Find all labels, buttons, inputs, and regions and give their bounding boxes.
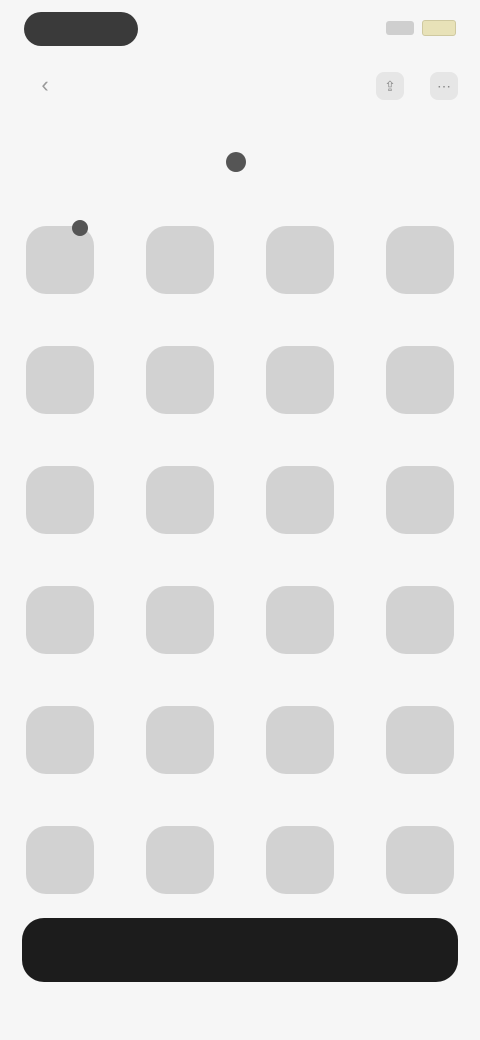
grid-item[interactable] [360, 572, 480, 692]
item-thumbnail-icon [26, 220, 94, 294]
item-thumbnail-icon [146, 706, 214, 774]
add-icon [226, 152, 246, 172]
header-actions: ⇪ ⋯ [376, 72, 458, 100]
grid-item[interactable] [120, 692, 240, 812]
grid-item[interactable] [0, 692, 120, 812]
app-grid [0, 212, 480, 932]
item-thumbnail-icon [146, 226, 214, 294]
item-thumbnail-icon [26, 826, 94, 894]
signal-icon [386, 21, 414, 35]
grid-item[interactable] [360, 452, 480, 572]
top-bar: ‹ ⇪ ⋯ [0, 62, 480, 112]
item-thumbnail-icon [266, 346, 334, 414]
grid-item[interactable] [360, 812, 480, 932]
item-thumbnail-icon [266, 226, 334, 294]
item-thumbnail-icon [386, 466, 454, 534]
time-pill [24, 12, 138, 46]
item-thumbnail-icon [386, 586, 454, 654]
grid-item[interactable] [240, 812, 360, 932]
item-thumbnail-icon [146, 826, 214, 894]
grid-item[interactable] [120, 812, 240, 932]
grid-item[interactable] [360, 212, 480, 332]
item-thumbnail-icon [266, 706, 334, 774]
item-thumbnail-icon [146, 466, 214, 534]
item-thumbnail-icon [146, 586, 214, 654]
item-thumbnail-icon [386, 706, 454, 774]
item-thumbnail-icon [26, 346, 94, 414]
item-thumbnail-icon [26, 706, 94, 774]
status-bar [0, 0, 480, 60]
item-thumbnail-icon [26, 466, 94, 534]
grid-item[interactable] [240, 212, 360, 332]
grid-item[interactable] [240, 572, 360, 692]
item-thumbnail-icon [386, 226, 454, 294]
grid-item[interactable] [120, 212, 240, 332]
grid-item[interactable] [120, 572, 240, 692]
grid-item[interactable] [240, 332, 360, 452]
item-thumbnail-icon [26, 586, 94, 654]
grid-item[interactable] [0, 572, 120, 692]
grid-item[interactable] [240, 452, 360, 572]
item-thumbnail-icon [266, 586, 334, 654]
status-icons [386, 20, 456, 36]
item-thumbnail-icon [386, 346, 454, 414]
grid-item[interactable] [0, 812, 120, 932]
more-icon[interactable]: ⋯ [430, 72, 458, 100]
item-thumbnail-icon [386, 826, 454, 894]
primary-button[interactable] [22, 918, 458, 982]
battery-icon [422, 20, 456, 36]
grid-item[interactable] [0, 332, 120, 452]
grid-item[interactable] [360, 692, 480, 812]
grid-item[interactable] [120, 332, 240, 452]
item-thumbnail-icon [146, 346, 214, 414]
grid-item[interactable] [120, 452, 240, 572]
grid-item[interactable] [240, 692, 360, 812]
grid-item[interactable] [0, 452, 120, 572]
item-thumbnail-icon [266, 466, 334, 534]
grid-item[interactable] [0, 212, 120, 332]
grid-item[interactable] [360, 332, 480, 452]
back-arrow-icon[interactable]: ‹ [32, 72, 58, 98]
item-thumbnail-icon [266, 826, 334, 894]
share-icon[interactable]: ⇪ [376, 72, 404, 100]
subheader[interactable] [0, 152, 480, 172]
